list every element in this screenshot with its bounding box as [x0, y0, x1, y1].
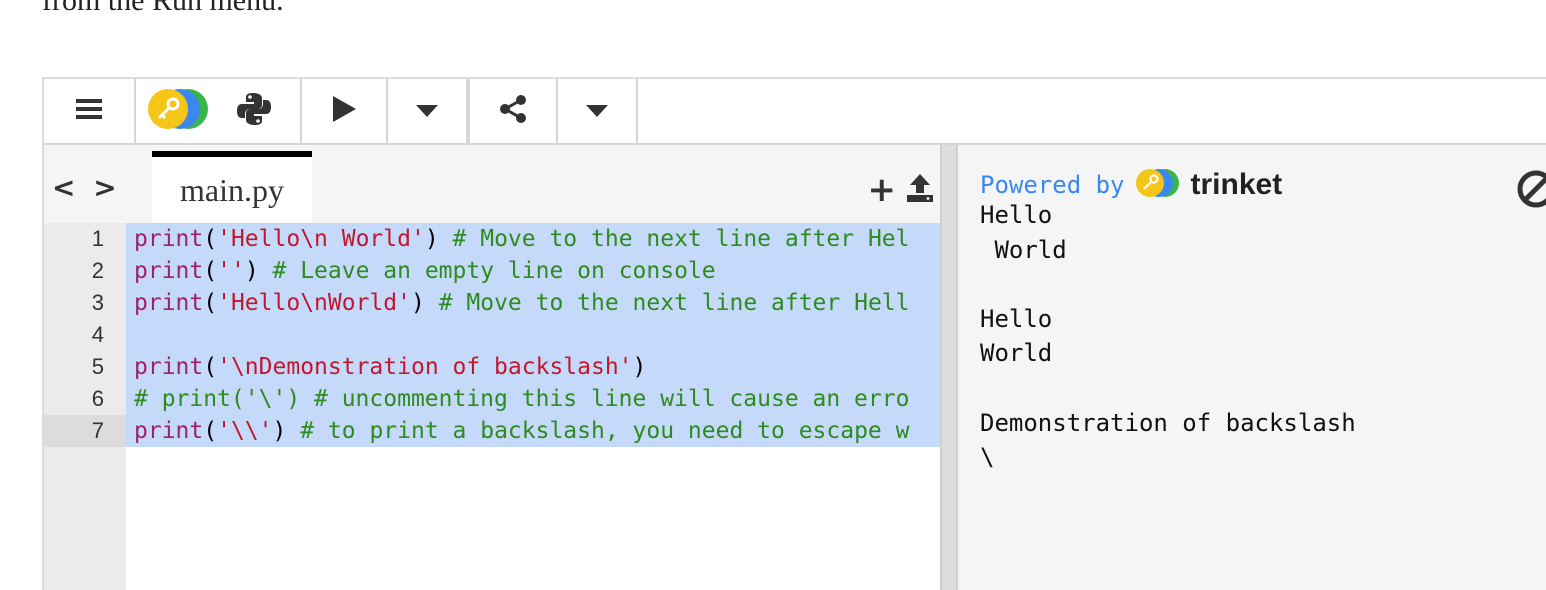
line-number-gutter: 1 2 3 4 5 6 7: [44, 223, 126, 590]
tab-scroll-arrows[interactable]: < >: [52, 171, 121, 204]
code-token: print: [134, 258, 204, 284]
line-number: 5: [91, 354, 104, 379]
code-token: (: [203, 226, 218, 252]
clear-output-icon[interactable]: [1516, 169, 1546, 213]
code-editor: < > main.py + 1234567 print('Hello\n Wor…: [44, 145, 940, 590]
line-number: 1: [91, 226, 104, 251]
selection-highlight: [126, 319, 940, 351]
caret-down-icon: [586, 102, 608, 121]
line-number: 7: [44, 415, 126, 447]
line-number: 4: [91, 322, 104, 347]
output-line: Hello: [980, 201, 1053, 229]
line-number: 6: [91, 386, 104, 411]
code-line[interactable]: print('\\') # to print a backslash, you …: [134, 415, 909, 447]
intro-text: from the Run menu.: [42, 0, 284, 17]
play-icon: [331, 95, 357, 127]
code-token: (: [203, 290, 218, 316]
toolbar: [44, 79, 1546, 145]
code-line[interactable]: print('Hello\nWorld') # Move to the next…: [134, 287, 910, 319]
code-token: 'Hello\n World': [217, 226, 425, 252]
code-token: print: [134, 418, 204, 444]
code-token: print: [134, 226, 204, 252]
share-button[interactable]: [470, 79, 558, 143]
code-token: (: [203, 354, 218, 380]
python-icon[interactable]: [236, 91, 272, 131]
trinket-logo-icon: [1135, 167, 1181, 203]
share-options-dropdown[interactable]: [558, 79, 638, 143]
code-line[interactable]: print('\nDemonstration of backslash'): [134, 351, 646, 383]
code-area[interactable]: print('Hello\n World') # Move to the nex…: [126, 223, 940, 590]
code-token: '\nDemonstration of backslash': [217, 354, 633, 380]
tab-main-py[interactable]: main.py: [152, 151, 312, 223]
output-line: World: [980, 339, 1053, 368]
caret-down-icon: [416, 102, 438, 121]
trinket-widget: < > main.py + 1234567 print('Hello\n Wor…: [42, 77, 1546, 590]
line-number: 2: [91, 258, 104, 283]
run-button[interactable]: [302, 79, 388, 143]
code-token: ): [244, 258, 273, 284]
output-line: \: [980, 443, 995, 472]
code-token: ): [272, 418, 301, 444]
code-line[interactable]: print('Hello\n World') # Move to the nex…: [134, 223, 910, 255]
code-token: print: [134, 354, 204, 380]
code-line[interactable]: print('') # Leave an empty line on conso…: [134, 255, 716, 287]
code-line[interactable]: # print('\') # uncommenting this line wi…: [134, 383, 909, 415]
file-tab-bar: < > main.py +: [44, 145, 940, 223]
trinket-key-logo[interactable]: [146, 87, 210, 135]
code-token: 'Hello\nWorld': [217, 290, 411, 316]
output-console: Powered by trinket Hello World Hello World…: [958, 145, 1546, 590]
share-icon: [499, 95, 527, 127]
output-line: Hello: [980, 304, 1053, 333]
code-token: '': [217, 258, 245, 284]
pane-splitter[interactable]: [940, 145, 958, 590]
code-token: ): [632, 354, 647, 380]
file-actions: +: [868, 173, 935, 207]
logo-python-group: [136, 79, 302, 143]
hamburger-icon: [76, 97, 102, 125]
code-token: '\\': [217, 418, 273, 444]
output-line: Demonstration of backslash: [980, 408, 1356, 437]
menu-button[interactable]: [44, 79, 136, 143]
code-token: ): [424, 226, 453, 252]
code-token: print: [134, 290, 204, 316]
code-token: # print('\') # uncommenting this line wi…: [134, 386, 910, 412]
code-token: # Move to the next line after Hel: [452, 226, 910, 252]
code-token: ): [410, 290, 439, 316]
powered-by-label: Powered by: [980, 171, 1125, 199]
code-token: (: [203, 258, 218, 284]
powered-by-banner[interactable]: Powered by trinket: [980, 167, 1282, 203]
code-token: # Move to the next line after Hell: [438, 290, 910, 316]
code-token: # Leave an empty line on console: [272, 258, 716, 284]
run-options-dropdown[interactable]: [388, 79, 470, 143]
code-token: # to print a backslash, you need to esca…: [300, 418, 910, 444]
upload-icon[interactable]: [906, 173, 934, 207]
code-token: (: [203, 418, 218, 444]
add-file-button[interactable]: +: [868, 173, 897, 207]
output-line: World: [980, 235, 1067, 264]
line-number: 3: [91, 290, 104, 315]
brand-name: trinket: [1190, 168, 1283, 201]
